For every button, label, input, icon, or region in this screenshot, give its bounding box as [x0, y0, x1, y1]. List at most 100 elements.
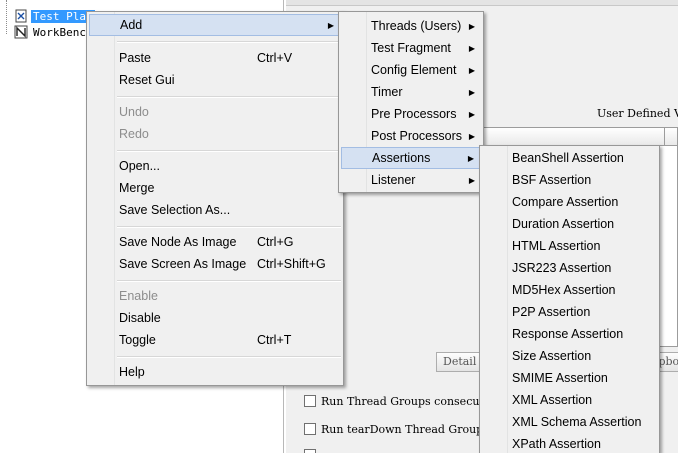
menu-separator: [117, 150, 341, 152]
menu-item-compare-assertion[interactable]: Compare Assertion: [482, 191, 657, 213]
menu-item-label: Assertions: [372, 151, 431, 165]
menu-item-xpath-assertion[interactable]: XPath Assertion: [482, 433, 657, 453]
menu-item-help[interactable]: Help: [89, 361, 341, 383]
run-teardown-checkbox[interactable]: [304, 423, 316, 435]
menu-item-add[interactable]: Add ▶: [89, 14, 341, 36]
submenu-arrow-icon: ▶: [468, 21, 475, 31]
submenu-arrow-icon: ▶: [468, 131, 475, 141]
menu-item-assertions[interactable]: Assertions ▶: [341, 147, 481, 169]
tree-node-test-plan[interactable]: Test Plan: [14, 8, 95, 24]
menu-item-label: Disable: [119, 311, 161, 325]
submenu-arrow-icon: ▶: [468, 65, 475, 75]
menu-item-label: Pre Processors: [371, 107, 457, 121]
menu-item-label: Save Node As Image: [119, 235, 237, 249]
menu-item-label: P2P Assertion: [512, 305, 591, 319]
menu-item-label: HTML Assertion: [512, 239, 601, 253]
menu-item-label: Duration Assertion: [512, 217, 615, 231]
menu-item-accelerator: Ctrl+G: [257, 235, 294, 249]
menu-separator: [117, 96, 341, 98]
menu-item-jsr223-assertion[interactable]: JSR223 Assertion: [482, 257, 657, 279]
functional-test-option[interactable]: [304, 447, 321, 453]
menu-item-xml-schema-assertion[interactable]: XML Schema Assertion: [482, 411, 657, 433]
menu-item-undo: Undo: [89, 101, 341, 123]
menu-item-beanshell-assertion[interactable]: BeanShell Assertion: [482, 147, 657, 169]
menu-item-smime-assertion[interactable]: SMIME Assertion: [482, 367, 657, 389]
menu-item-label: Redo: [119, 127, 149, 141]
menu-item-accelerator: Ctrl+T: [257, 333, 292, 347]
menu-item-label: Listener: [371, 173, 416, 187]
menu-item-label: BSF Assertion: [512, 173, 592, 187]
menu-item-label: Add: [120, 18, 143, 32]
menu-separator: [117, 226, 341, 228]
menu-item-label: SMIME Assertion: [512, 371, 608, 385]
menu-item-p2p-assertion[interactable]: P2P Assertion: [482, 301, 657, 323]
menu-item-enable: Enable: [89, 285, 341, 307]
submenu-arrow-icon: ▶: [468, 87, 475, 97]
menu-item-label: Save Screen As Image: [119, 257, 247, 271]
menu-item-reset-gui[interactable]: Reset Gui: [89, 69, 341, 91]
menu-item-test-fragment[interactable]: Test Fragment ▶: [341, 37, 481, 59]
menu-item-save-screen-as-image[interactable]: Save Screen As Image Ctrl+Shift+G: [89, 253, 341, 275]
assertions-submenu: BeanShell Assertion BSF Assertion Compar…: [479, 145, 660, 453]
menu-item-label: Config Element: [371, 63, 457, 77]
menu-item-label: Paste: [119, 51, 151, 65]
menu-item-pre-processors[interactable]: Pre Processors ▶: [341, 103, 481, 125]
menu-item-label: Open...: [119, 159, 160, 173]
menu-item-label: Toggle: [119, 333, 156, 347]
menu-separator: [117, 280, 341, 282]
menu-item-md5hex-assertion[interactable]: MD5Hex Assertion: [482, 279, 657, 301]
menu-item-duration-assertion[interactable]: Duration Assertion: [482, 213, 657, 235]
menu-item-save-selection-as[interactable]: Save Selection As...: [89, 199, 341, 221]
menu-item-label: XML Schema Assertion: [512, 415, 642, 429]
tree-node-workbench[interactable]: WorkBench: [14, 24, 95, 40]
panel-header-strip: [286, 0, 678, 6]
menu-item-label: Test Fragment: [371, 41, 451, 55]
menu-item-listener[interactable]: Listener ▶: [341, 169, 481, 191]
menu-item-label: Threads (Users): [371, 19, 462, 33]
menu-separator: [117, 41, 341, 43]
submenu-arrow-icon: ▶: [327, 20, 334, 30]
context-menu: Add ▶ Paste Ctrl+V Reset Gui Undo Redo O…: [86, 11, 344, 386]
menu-item-label: Response Assertion: [512, 327, 624, 341]
menu-item-config-element[interactable]: Config Element ▶: [341, 59, 481, 81]
menu-item-accelerator: Ctrl+V: [257, 51, 293, 65]
menu-item-label: Post Processors: [371, 129, 463, 143]
menu-item-xml-assertion[interactable]: XML Assertion: [482, 389, 657, 411]
menu-item-toggle[interactable]: Toggle Ctrl+T: [89, 329, 341, 351]
table-column-divider: [664, 128, 665, 146]
menu-item-label: Size Assertion: [512, 349, 592, 363]
menu-item-size-assertion[interactable]: Size Assertion: [482, 345, 657, 367]
menu-item-label: Save Selection As...: [119, 203, 231, 217]
menu-item-open[interactable]: Open...: [89, 155, 341, 177]
menu-item-label: Reset Gui: [119, 73, 175, 87]
table-header: [480, 128, 677, 146]
menu-item-html-assertion[interactable]: HTML Assertion: [482, 235, 657, 257]
submenu-arrow-icon: ▶: [468, 43, 475, 53]
menu-item-label: XML Assertion: [512, 393, 593, 407]
menu-item-threads-users[interactable]: Threads (Users) ▶: [341, 15, 481, 37]
workbench-icon: [14, 25, 28, 39]
functional-test-checkbox[interactable]: [304, 449, 316, 453]
menu-item-paste[interactable]: Paste Ctrl+V: [89, 47, 341, 69]
run-teardown-option[interactable]: Run tearDown Thread Groups: [304, 421, 489, 437]
menu-item-label: JSR223 Assertion: [512, 261, 612, 275]
menu-item-label: Merge: [119, 181, 155, 195]
menu-item-bsf-assertion[interactable]: BSF Assertion: [482, 169, 657, 191]
menu-item-timer[interactable]: Timer ▶: [341, 81, 481, 103]
menu-item-merge[interactable]: Merge: [89, 177, 341, 199]
submenu-arrow-icon: ▶: [468, 109, 475, 119]
menu-item-response-assertion[interactable]: Response Assertion: [482, 323, 657, 345]
menu-item-label: Compare Assertion: [512, 195, 619, 209]
menu-item-label: MD5Hex Assertion: [512, 283, 616, 297]
menu-item-disable[interactable]: Disable: [89, 307, 341, 329]
test-plan-icon: [14, 9, 28, 23]
run-consecutively-checkbox[interactable]: [304, 395, 316, 407]
menu-item-redo: Redo: [89, 123, 341, 145]
add-submenu: Threads (Users) ▶ Test Fragment ▶ Config…: [338, 11, 484, 193]
menu-item-label: XPath Assertion: [512, 437, 601, 451]
menu-item-save-node-as-image[interactable]: Save Node As Image Ctrl+G: [89, 231, 341, 253]
submenu-arrow-icon: ▶: [467, 153, 474, 163]
menu-item-post-processors[interactable]: Post Processors ▶: [341, 125, 481, 147]
tree-connector: [6, 0, 7, 34]
menu-item-accelerator: Ctrl+Shift+G: [257, 257, 326, 271]
